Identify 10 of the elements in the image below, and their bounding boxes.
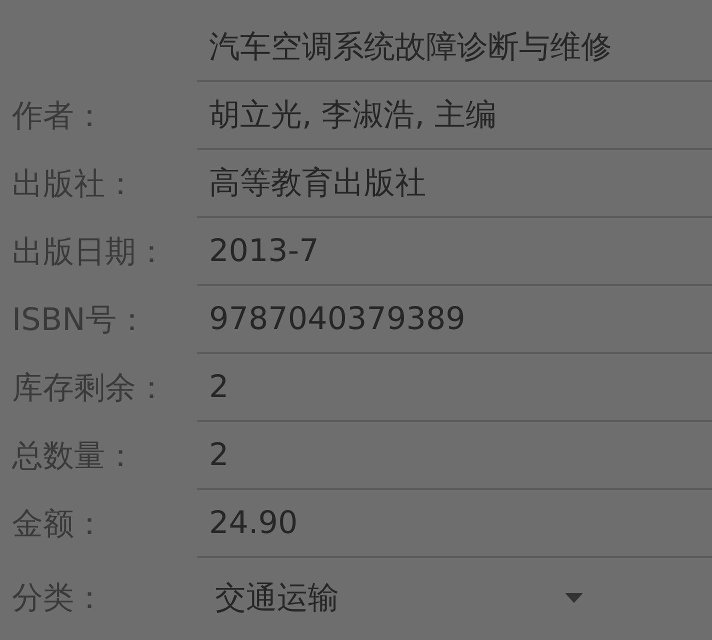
- field-value: 9787040379389: [208, 301, 466, 337]
- dropdown-caret-icon: [565, 593, 583, 603]
- field-value: 汽车空调系统故障诊断与维修: [208, 28, 612, 67]
- field-value: 24.90: [208, 505, 298, 541]
- category-dropdown[interactable]: 交通运输: [203, 570, 595, 626]
- field-value: 高等教育出版社: [208, 164, 426, 203]
- field-value: 胡立光, 李淑浩, 主编: [208, 96, 496, 135]
- field-value: 2: [208, 437, 229, 473]
- field-value: 2013-7: [208, 233, 319, 269]
- field-value: 2: [208, 369, 229, 405]
